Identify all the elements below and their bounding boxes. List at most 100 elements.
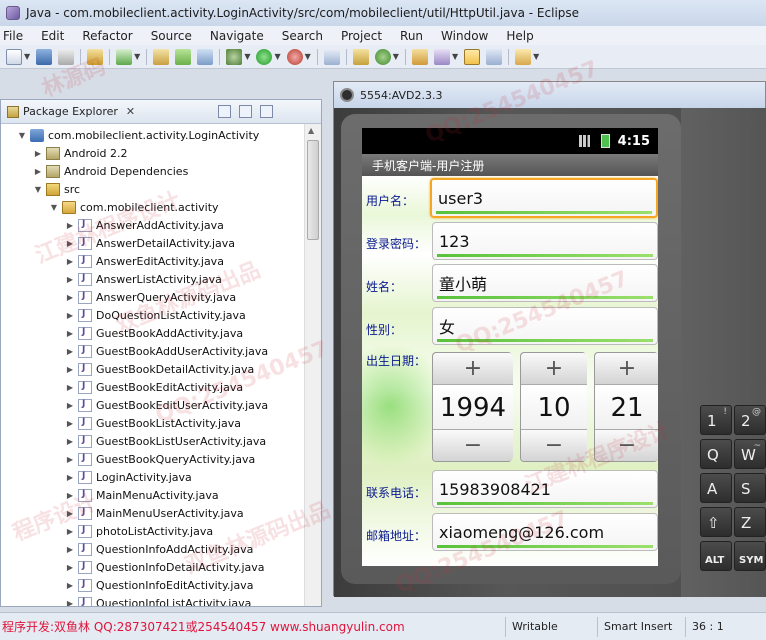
new-class-icon[interactable]: [374, 48, 391, 65]
expand-arrow-icon[interactable]: ▶: [65, 419, 75, 428]
expand-arrow-icon[interactable]: ▶: [65, 473, 75, 482]
key-2[interactable]: 2 @: [734, 405, 766, 435]
package-explorer-tab[interactable]: Package Explorer ✕: [1, 100, 321, 124]
menu-window[interactable]: Window: [441, 29, 488, 43]
avd-icon[interactable]: [197, 48, 214, 65]
password-input[interactable]: 123: [432, 222, 658, 260]
expand-arrow-icon[interactable]: ▶: [65, 347, 75, 356]
collapse-arrow-icon[interactable]: ▼: [33, 185, 43, 194]
tree-item[interactable]: ▶ GuestBookAddUserActivity.java: [65, 342, 268, 360]
collapse-arrow-icon[interactable]: ▼: [17, 131, 27, 140]
tree-item[interactable]: ▶ AnswerListActivity.java: [65, 270, 222, 288]
menu-help[interactable]: Help: [506, 29, 533, 43]
chevron-down-icon[interactable]: ▼: [452, 52, 458, 61]
expand-arrow-icon[interactable]: ▶: [65, 329, 75, 338]
new-icon[interactable]: [6, 48, 22, 65]
month-increment-button[interactable]: +: [521, 353, 587, 385]
expand-arrow-icon[interactable]: ▶: [65, 293, 75, 302]
month-value[interactable]: 10: [521, 385, 587, 431]
chevron-down-icon[interactable]: ▼: [244, 52, 250, 61]
expand-arrow-icon[interactable]: ▶: [65, 275, 75, 284]
menu-edit[interactable]: Edit: [41, 29, 64, 43]
expand-arrow-icon[interactable]: ▶: [65, 401, 75, 410]
collapse-arrow-icon[interactable]: ▼: [49, 203, 59, 212]
chevron-down-icon[interactable]: ▼: [24, 52, 30, 61]
name-input[interactable]: 童小萌: [432, 264, 658, 302]
expand-arrow-icon[interactable]: ▶: [65, 311, 75, 320]
package-icon[interactable]: [153, 48, 170, 65]
run-icon[interactable]: [256, 48, 273, 65]
next-annotation-icon[interactable]: [515, 48, 532, 65]
menu-search[interactable]: Search: [282, 29, 323, 43]
tree-item[interactable]: ▶ GuestBookListActivity.java: [65, 414, 241, 432]
menu-project[interactable]: Project: [341, 29, 382, 43]
tree-item[interactable]: ▶ GuestBookDetailActivity.java: [65, 360, 254, 378]
expand-arrow-icon[interactable]: ▶: [65, 527, 75, 536]
chevron-down-icon[interactable]: ▼: [393, 52, 399, 61]
menu-file[interactable]: File: [3, 29, 23, 43]
search-icon[interactable]: [433, 48, 450, 65]
day-decrement-button[interactable]: −: [595, 429, 658, 461]
tree-item[interactable]: ▶ GuestBookAddActivity.java: [65, 324, 243, 342]
expand-arrow-icon[interactable]: ▶: [65, 221, 75, 230]
key-q[interactable]: Q: [700, 439, 732, 469]
year-increment-button[interactable]: +: [433, 353, 513, 385]
tree-item[interactable]: ▶ GuestBookEditUserActivity.java: [65, 396, 268, 414]
open-type-icon[interactable]: [411, 48, 428, 65]
scrollbar-thumb[interactable]: [307, 140, 319, 240]
new-package-icon[interactable]: [352, 48, 369, 65]
tree-item[interactable]: ▼ com.mobileclient.activity.LoginActivity: [17, 126, 259, 144]
tree-item[interactable]: ▶ AnswerDetailActivity.java: [65, 234, 235, 252]
expand-arrow-icon[interactable]: ▶: [65, 437, 75, 446]
menu-source[interactable]: Source: [151, 29, 192, 43]
tree-item[interactable]: ▶ photoListActivity.java: [65, 522, 213, 540]
tree-item[interactable]: ▼ com.mobileclient.activity: [49, 198, 219, 216]
tree-item[interactable]: ▶ Android Dependencies: [33, 162, 188, 180]
expand-arrow-icon[interactable]: ▶: [33, 167, 43, 176]
key-z[interactable]: Z: [734, 507, 766, 537]
expand-arrow-icon[interactable]: ▶: [65, 383, 75, 392]
print-icon[interactable]: [58, 48, 75, 65]
expand-arrow-icon[interactable]: ▶: [65, 455, 75, 464]
expand-arrow-icon[interactable]: ▶: [65, 239, 75, 248]
month-decrement-button[interactable]: −: [521, 429, 587, 461]
year-value[interactable]: 1994: [433, 385, 513, 431]
expand-arrow-icon[interactable]: ▶: [65, 563, 75, 572]
key-1[interactable]: 1!: [700, 405, 732, 435]
check-icon[interactable]: [116, 48, 133, 65]
username-input[interactable]: user3: [430, 178, 658, 218]
chevron-down-icon[interactable]: ▼: [274, 52, 280, 61]
menu-run[interactable]: Run: [400, 29, 423, 43]
tree-item[interactable]: ▼ src: [33, 180, 80, 198]
key-s[interactable]: S: [734, 473, 766, 503]
import-icon[interactable]: [87, 48, 104, 65]
tree-item[interactable]: ▶ MainMenuActivity.java: [65, 486, 219, 504]
view-menu-icon[interactable]: [260, 105, 273, 118]
close-icon[interactable]: ✕: [126, 105, 135, 118]
year-decrement-button[interactable]: −: [433, 429, 513, 461]
save-icon[interactable]: [36, 48, 53, 65]
sym-key[interactable]: SYM: [734, 541, 766, 571]
package-explorer-scrollbar[interactable]: ▲: [304, 124, 321, 606]
key-w[interactable]: W ~: [734, 439, 766, 469]
pen-icon[interactable]: [486, 48, 503, 65]
key-a[interactable]: A: [700, 473, 732, 503]
alt-key[interactable]: ALT: [700, 541, 732, 571]
tree-item[interactable]: ▶ QuestionInfoAddActivity.java: [65, 540, 253, 558]
new-java-project-icon[interactable]: [323, 48, 340, 65]
expand-arrow-icon[interactable]: ▶: [65, 365, 75, 374]
day-increment-button[interactable]: +: [595, 353, 658, 385]
scroll-up-icon[interactable]: ▲: [308, 126, 314, 135]
expand-arrow-icon[interactable]: ▶: [65, 581, 75, 590]
external-tools-icon[interactable]: [286, 48, 303, 65]
tree-item[interactable]: ▶ MainMenuUserActivity.java: [65, 504, 244, 522]
shift-key[interactable]: ⇧: [700, 507, 732, 537]
debug-icon[interactable]: [226, 48, 243, 65]
tree-item[interactable]: ▶ QuestionInfoDetailActivity.java: [65, 558, 265, 576]
tree-item[interactable]: ▶ LoginActivity.java: [65, 468, 192, 486]
expand-arrow-icon[interactable]: ▶: [65, 257, 75, 266]
tree-item[interactable]: ▶ GuestBookListUserActivity.java: [65, 432, 266, 450]
collapse-all-icon[interactable]: [218, 105, 231, 118]
tree-item[interactable]: ▶ GuestBookEditActivity.java: [65, 378, 243, 396]
tree-item[interactable]: ▶ QuestionInfoEditActivity.java: [65, 576, 253, 594]
